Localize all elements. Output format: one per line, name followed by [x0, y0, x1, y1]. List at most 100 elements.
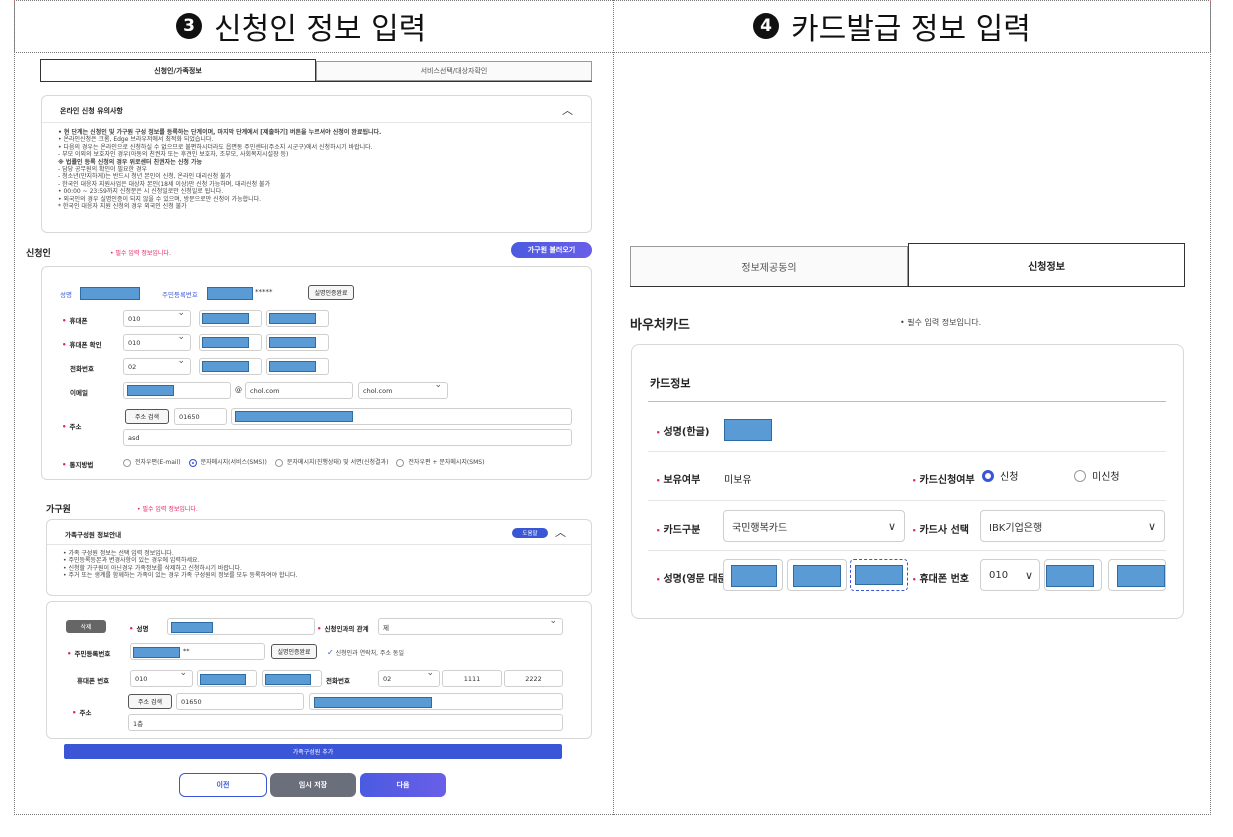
chevron-up-icon[interactable]: ︿ [562, 102, 573, 118]
required-mark: • [317, 625, 322, 633]
right-mobile-last-input[interactable] [1108, 559, 1166, 591]
rrn-tail: ***** [255, 288, 273, 296]
family-mobile-mid-input[interactable] [197, 670, 257, 687]
phone-prefix-select[interactable]: 02 [123, 356, 191, 375]
family-info-title: 가족구성원 정보안내 [65, 531, 122, 539]
radio-checked-icon [188, 458, 197, 467]
right-mobile-label-wrap: • 휴대폰 번호 [912, 570, 969, 585]
family-info-panel: 가족구성원 정보안내 도움말 ︿ • 가족 구성원 정보는 선택 입력 정보입니… [46, 519, 592, 596]
mobile-confirm-last-input[interactable] [266, 334, 329, 351]
notice-title: 온라인 신청 유의사항 [60, 107, 123, 115]
name-en-first-input[interactable] [723, 559, 783, 591]
notify-option-sms-mail[interactable]: 문자메시지(진행상태) 및 서면(신청결과) [274, 457, 389, 467]
own-label: 보유여부 [663, 475, 701, 486]
family-address-main-input[interactable] [309, 693, 563, 710]
mobile-label-wrap: • 휴대폰 [62, 315, 87, 325]
next-button[interactable]: 다음 [360, 773, 446, 797]
email-domain-input[interactable]: chol.com [245, 382, 353, 399]
family-mobile-prefix-select[interactable]: 010 [130, 668, 193, 687]
apply-yes-radio[interactable]: 신청 [982, 468, 1018, 483]
left-heading: 3 신청인 정보 입력 [176, 4, 426, 48]
family-verify-button[interactable]: 실명인증완료 [271, 644, 317, 659]
card-company-select[interactable]: IBK기업은행 ∨ [980, 510, 1165, 542]
tab-apply-info[interactable]: 신청정보 [908, 243, 1185, 287]
address-detail-input[interactable]: asd [123, 429, 572, 446]
notify-option-label: 문자메시지(진행상태) 및 서면(신청결과) [286, 459, 389, 466]
apply-no-radio[interactable]: 미신청 [1074, 468, 1120, 483]
masked-value [133, 647, 180, 658]
tab-label: 정보제공동의 [741, 263, 797, 274]
temp-save-label: 임시 저장 [298, 781, 328, 789]
verify-button[interactable]: 실명인증완료 [308, 285, 354, 300]
mobile-last-input[interactable] [266, 310, 329, 327]
applicant-panel: 성명 주민등록번호 ***** 실명인증완료 •휴대폰 010 •휴대폰 확인 … [41, 266, 592, 480]
mobile-confirm-mid-input[interactable] [199, 334, 262, 351]
prev-button[interactable]: 이전 [179, 773, 267, 797]
phone-last-input[interactable] [266, 358, 329, 375]
help-badge[interactable]: 도움말 [512, 528, 548, 538]
add-family-member-button[interactable]: 가족구성원 추가 [64, 744, 562, 759]
family-phone-prefix-value: 02 [383, 674, 392, 683]
family-address-detail-value: 1층 [133, 719, 144, 728]
name-kr-label: 성명(한글) [663, 427, 710, 438]
card-type-label-wrap: • 카드구분 [656, 521, 700, 536]
masked-value [855, 565, 903, 585]
zipcode-input[interactable]: 01650 [174, 408, 227, 425]
notify-option-label: 문자메시지(서비스(SMS)) [200, 459, 267, 466]
right-mobile-mid-input[interactable] [1044, 559, 1102, 591]
relation-select[interactable]: 제 [378, 616, 563, 635]
family-mobile-last-input[interactable] [262, 670, 322, 687]
mobile-mid-input[interactable] [199, 310, 262, 327]
required-note: • 필수 입력 정보입니다. [110, 250, 171, 257]
family-address-label-wrap: • 주소 [72, 707, 91, 717]
tab-service-select[interactable]: 서비스선택/대상자확인 [316, 61, 592, 81]
family-address-search-button[interactable]: 주소 검색 [128, 694, 172, 709]
verify-label: 실명인증완료 [314, 290, 348, 297]
required-mark: • [62, 423, 67, 431]
email-domain-select[interactable]: chol.com [358, 380, 448, 399]
notify-option-email-sms[interactable]: 전자우편 + 문자메시지(SMS) [396, 457, 484, 467]
right-heading: 4 카드발급 정보 입력 [753, 4, 1031, 48]
family-info-line: • 주민등록등본과 변경사항이 있는 경우에 입력하세요. [63, 557, 200, 565]
left-heading-title: 신청인 정보 입력 [214, 12, 427, 47]
card-info-panel: 카드정보 • 성명(한글) • 보유여부 미보유 • 카드신청여부 신청 미신청 • 카… [631, 344, 1184, 619]
voucher-card-title: 바우처카드 [630, 318, 690, 333]
card-type-value: 국민행복카드 [732, 522, 788, 534]
radio-icon [1074, 469, 1086, 482]
delete-member-button[interactable]: 삭제 [66, 620, 106, 633]
tab-consent[interactable]: 정보제공동의 [630, 246, 908, 286]
email-local-input[interactable] [123, 382, 231, 399]
load-family-button[interactable]: 가구원 불러오기 [511, 242, 592, 258]
card-type-select[interactable]: 국민행복카드 ∨ [723, 510, 905, 542]
address-search-button[interactable]: 주소 검색 [125, 409, 169, 424]
required-mark: • [656, 477, 661, 485]
phone-mid-input[interactable] [199, 358, 262, 375]
notify-option-sms[interactable]: 문자메시지(서비스(SMS)) [188, 457, 267, 467]
name-en-middle-input[interactable] [787, 559, 847, 591]
right-required-note: • 필수 입력 정보입니다. [900, 317, 981, 328]
family-address-detail-input[interactable]: 1층 [128, 714, 563, 731]
tab-applicant-family[interactable]: 신청인/가족정보 [40, 59, 316, 81]
family-rrn-label-wrap: • 주민등록번호 [67, 648, 110, 658]
mobile-confirm-prefix-select[interactable]: 010 [123, 332, 191, 351]
family-rrn-input[interactable]: ** [130, 643, 265, 660]
chevron-up-icon[interactable]: ︿ [555, 524, 566, 540]
family-mobile-prefix-value: 010 [135, 674, 148, 683]
name-en-last-input[interactable] [850, 559, 908, 591]
family-phone-last-input[interactable]: 2222 [504, 670, 563, 687]
mobile-prefix-select[interactable]: 010 [123, 308, 191, 327]
family-zipcode-input[interactable]: 01650 [176, 693, 304, 710]
card-type-label: 카드구분 [663, 525, 701, 536]
address-main-input[interactable] [231, 408, 572, 425]
family-name-input[interactable] [167, 618, 315, 635]
family-name-label: 성명 [136, 625, 149, 633]
notify-option-email[interactable]: 전자우편(E-mail) [123, 457, 181, 467]
right-mobile-prefix-select[interactable]: 010 ∨ [980, 559, 1040, 591]
family-phone-mid-input[interactable]: 1111 [442, 670, 502, 687]
right-mobile-prefix-value: 010 [989, 569, 1009, 581]
temp-save-button[interactable]: 임시 저장 [270, 773, 356, 797]
address-label: 주소 [69, 423, 82, 431]
step-3-badge: 3 [176, 13, 202, 39]
family-phone-prefix-select[interactable]: 02 [378, 668, 440, 687]
same-contact-checkbox[interactable]: ✓ 신청인과 연락처, 주소 동일 [327, 648, 404, 657]
